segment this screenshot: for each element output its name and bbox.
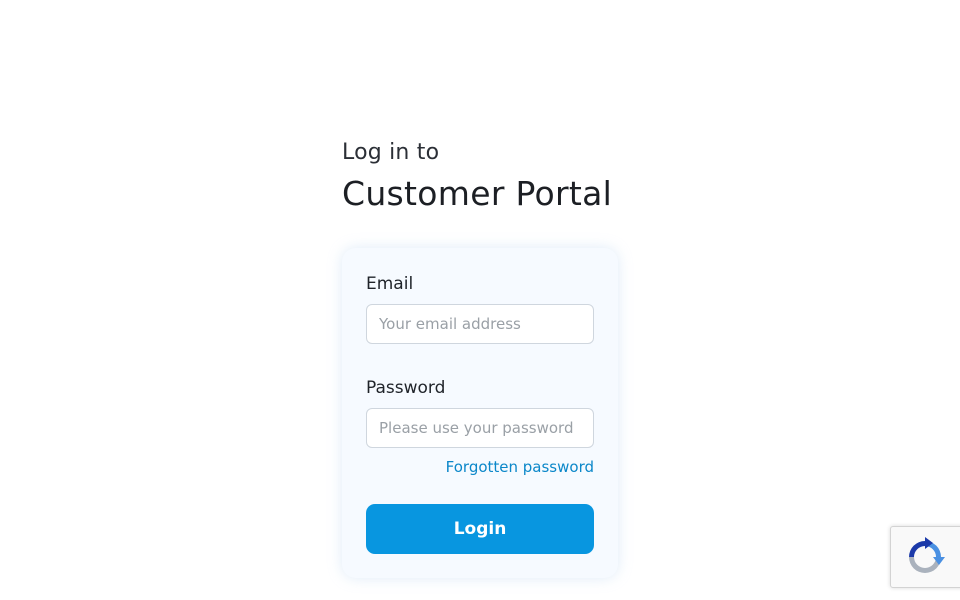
email-input[interactable] bbox=[366, 304, 594, 344]
page-subtitle: Log in to bbox=[342, 140, 440, 165]
login-button[interactable]: Login bbox=[366, 504, 594, 554]
forgotten-password-link[interactable]: Forgotten password bbox=[446, 458, 594, 476]
login-card: Email Password Forgotten password Login bbox=[342, 248, 618, 578]
email-label: Email bbox=[366, 274, 414, 294]
password-label: Password bbox=[366, 378, 446, 398]
password-input[interactable] bbox=[366, 408, 594, 448]
recaptcha-badge[interactable] bbox=[890, 526, 960, 588]
page-heading: Log in to Customer Portal bbox=[342, 138, 612, 216]
login-page: Log in to Customer Portal Email Password… bbox=[0, 0, 960, 600]
recaptcha-icon bbox=[909, 537, 945, 573]
page-title: Customer Portal bbox=[342, 174, 613, 213]
